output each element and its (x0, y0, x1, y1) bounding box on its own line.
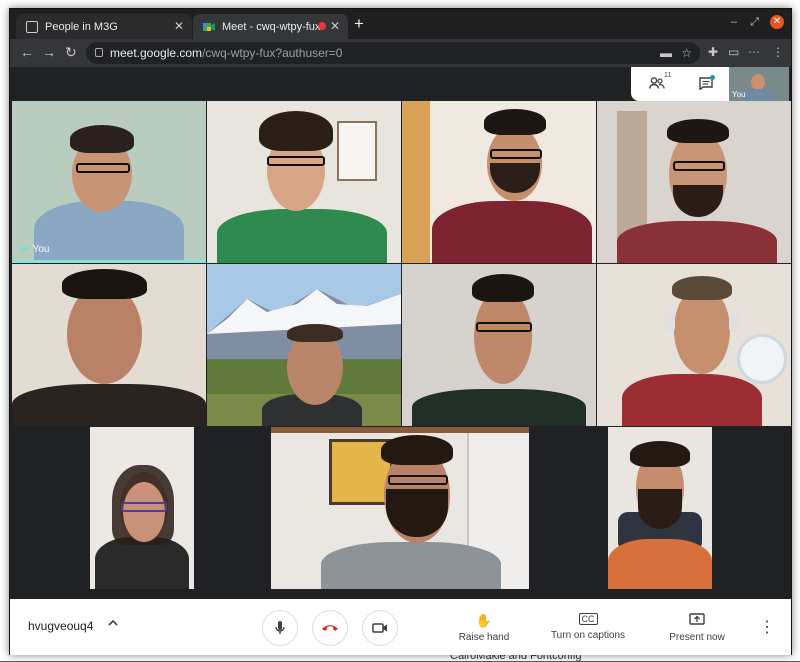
tab-title: Meet - cwq-wtpy-fux (222, 20, 321, 33)
minimize-icon[interactable]: – (731, 16, 737, 28)
camera-permission-icon[interactable]: ▬ (660, 46, 672, 60)
forward-icon[interactable]: → (42, 44, 56, 60)
bookmark-star-icon[interactable]: ☆ (681, 46, 692, 60)
meet-logo-icon (203, 21, 215, 33)
present-label: Present now (669, 632, 725, 643)
page-icon (26, 20, 38, 33)
hangup-icon (322, 625, 338, 631)
tab-meet[interactable]: Meet - cwq-wtpy-fux ✕ (193, 14, 348, 39)
leave-call-button[interactable] (312, 610, 348, 646)
participant-tile[interactable] (402, 264, 596, 426)
participant-tile[interactable] (608, 427, 712, 589)
lock-icon (95, 48, 103, 57)
camera-icon (372, 623, 387, 633)
browser-menu-icon[interactable]: ⋮ (772, 45, 784, 59)
microphone-icon (275, 621, 285, 634)
participant-tile-you[interactable]: ••• You (12, 101, 206, 263)
tab-title: People in M3G (45, 20, 118, 33)
camera-button[interactable] (362, 610, 398, 646)
captions-label: Turn on captions (550, 630, 626, 641)
captions-button[interactable]: CC Turn on captions (548, 613, 628, 641)
participant-tile[interactable] (271, 427, 529, 589)
participant-tile[interactable] (597, 264, 791, 426)
hand-icon: ✋ (475, 613, 493, 628)
people-icon[interactable] (649, 77, 665, 92)
browser-window: People in M3G ✕ Meet - cwq-wtpy-fux ✕ + … (9, 8, 792, 655)
participant-tile[interactable] (597, 101, 791, 263)
participant-count: 11 (664, 72, 672, 79)
back-icon[interactable]: ← (20, 44, 34, 60)
self-view-thumbnail[interactable]: You (729, 67, 789, 101)
chat-notification-dot (710, 75, 715, 80)
cast-icon[interactable]: ▭ (728, 45, 739, 59)
meet-stage: 11 You ••• You hvugveouq4 ✋ Raise hand C… (10, 67, 791, 655)
raise-hand-button[interactable]: ✋ Raise hand (456, 613, 512, 643)
present-screen-icon (666, 613, 728, 629)
speaking-indicator (12, 260, 206, 263)
extension-audio-icon[interactable]: ⋯ (748, 45, 760, 59)
present-now-button[interactable]: Present now (666, 613, 728, 643)
participant-tile[interactable] (207, 264, 401, 426)
recording-indicator-icon (318, 22, 326, 30)
reload-icon[interactable]: ↻ (65, 44, 77, 61)
tile-name-label: ••• You (20, 243, 50, 255)
url-text: meet.google.com/cwq-wtpy-fux?authuser=0 (110, 46, 343, 60)
meeting-code: hvugveouq4 (28, 619, 94, 633)
new-tab-button[interactable]: + (354, 14, 364, 34)
address-bar[interactable]: meet.google.com/cwq-wtpy-fux?authuser=0 … (86, 42, 700, 64)
microphone-button[interactable] (262, 610, 298, 646)
raise-hand-label: Raise hand (458, 632, 510, 643)
close-window-icon[interactable]: ✕ (770, 15, 784, 29)
close-tab-icon[interactable]: ✕ (330, 19, 340, 33)
more-options-icon[interactable]: ⋮ (759, 617, 775, 637)
close-tab-icon[interactable]: ✕ (174, 19, 184, 33)
participant-tile[interactable] (402, 101, 596, 263)
participant-tile[interactable] (90, 427, 194, 589)
captions-icon: CC (578, 613, 598, 625)
extensions-icon[interactable]: ✚ (708, 45, 718, 59)
meet-control-bar: hvugveouq4 ✋ Raise hand CC Turn on capti… (10, 599, 791, 655)
tab-strip: People in M3G ✕ Meet - cwq-wtpy-fux ✕ + … (10, 9, 791, 39)
self-view-label: You (732, 90, 746, 99)
browser-toolbar: ← → ↻ meet.google.com/cwq-wtpy-fux?authu… (10, 39, 791, 67)
restore-icon[interactable]: ⤢ (750, 16, 759, 29)
participant-tile[interactable] (207, 101, 401, 263)
participant-tile[interactable] (12, 264, 206, 426)
meeting-details-chevron-up-icon[interactable] (107, 617, 119, 631)
audio-activity-icon: ••• (20, 243, 30, 255)
tab-people[interactable]: People in M3G ✕ (16, 14, 192, 39)
meet-top-panel: 11 You (631, 67, 789, 101)
